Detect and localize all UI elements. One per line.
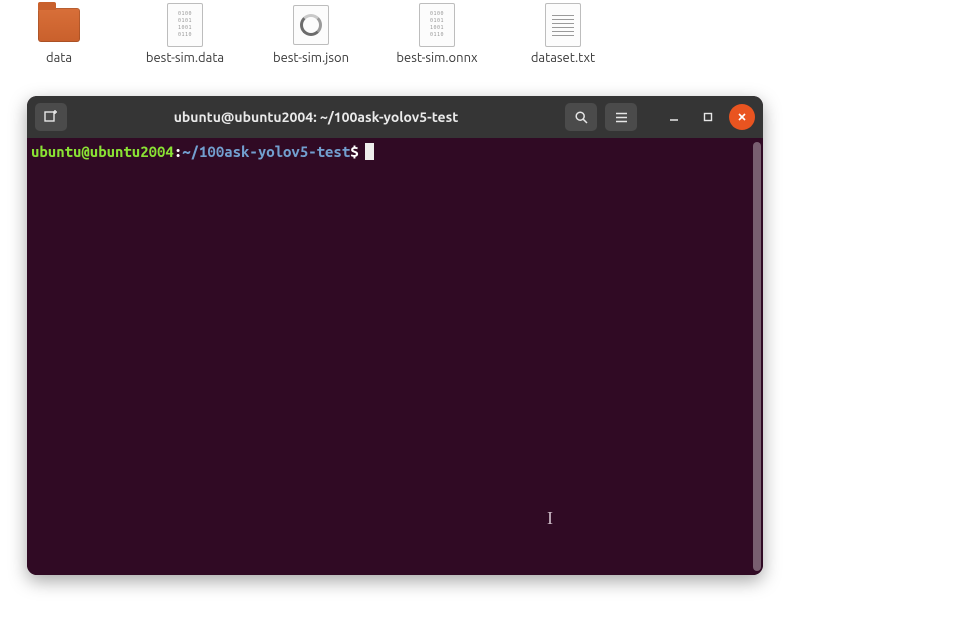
new-tab-button[interactable] — [35, 103, 67, 131]
text-file-icon — [288, 2, 334, 48]
prompt-path: ~/100ask-yolov5-test — [182, 143, 350, 160]
icon-label: best-sim.onnx — [396, 50, 477, 66]
icon-label: data — [46, 50, 72, 66]
plain-text-file-icon — [540, 2, 586, 48]
icon-label: best-sim.json — [273, 50, 349, 66]
maximize-button[interactable] — [695, 104, 721, 130]
minimize-button[interactable] — [661, 104, 687, 130]
scrollbar[interactable] — [753, 142, 761, 571]
text-file-icon: 0100010110010110 — [414, 2, 460, 48]
maximize-icon — [702, 111, 714, 123]
close-button[interactable] — [729, 104, 755, 130]
ibeam-cursor-icon: I — [547, 508, 553, 529]
menu-button[interactable] — [605, 103, 637, 131]
close-icon — [736, 111, 748, 123]
prompt-line: ubuntu@ubuntu2004:~/100ask-yolov5-test$ — [31, 143, 759, 160]
prompt-user-host: ubuntu@ubuntu2004 — [31, 143, 174, 160]
minimize-icon — [668, 111, 680, 123]
terminal-body[interactable]: ubuntu@ubuntu2004:~/100ask-yolov5-test$ … — [27, 138, 763, 575]
text-cursor — [365, 143, 374, 160]
titlebar: ubuntu@ubuntu2004: ~/100ask-yolov5-test — [27, 96, 763, 138]
hamburger-icon — [614, 110, 629, 125]
window-title: ubuntu@ubuntu2004: ~/100ask-yolov5-test — [75, 109, 557, 125]
prompt-symbol: $ — [350, 143, 358, 160]
folder-icon — [36, 2, 82, 48]
new-tab-icon — [43, 109, 59, 125]
search-button[interactable] — [565, 103, 597, 131]
terminal-window: ubuntu@ubuntu2004: ~/100ask-yolov5-test — [27, 96, 763, 575]
icon-label: dataset.txt — [531, 50, 595, 66]
text-file-icon: 0100010110010110 — [162, 2, 208, 48]
icon-label: best-sim.data — [146, 50, 224, 66]
prompt-colon: : — [174, 143, 182, 160]
search-icon — [574, 110, 589, 125]
